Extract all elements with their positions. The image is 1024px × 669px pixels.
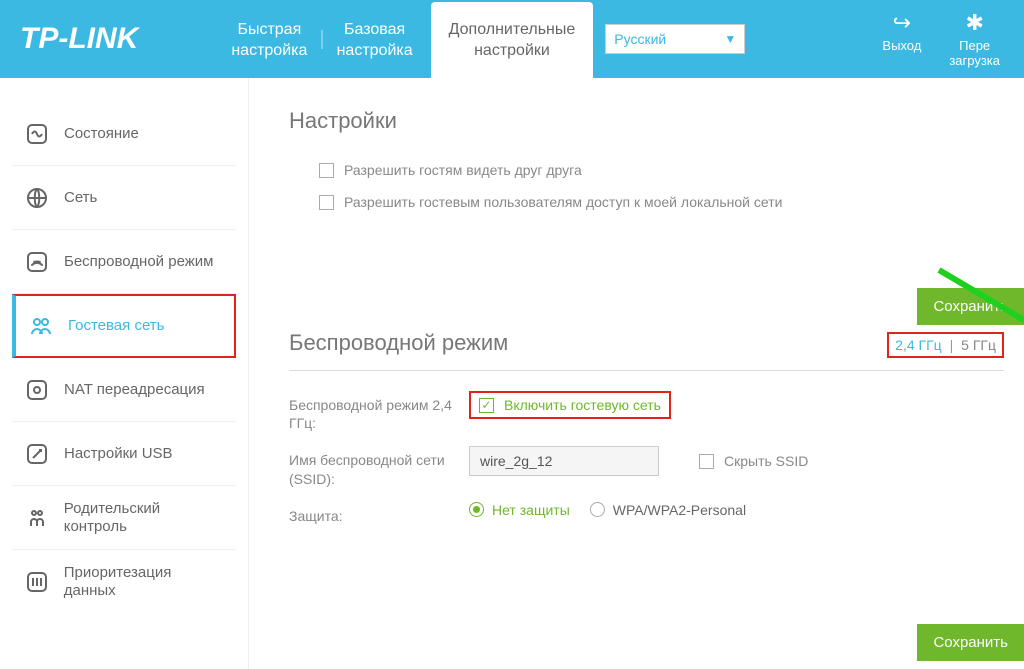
save-button-1[interactable]: Сохранить bbox=[917, 288, 1024, 325]
header-actions: ↪ Выход ✱ Пере загрузка bbox=[868, 0, 1014, 78]
sidebar-item-label: Гостевая сеть bbox=[68, 317, 164, 335]
sidebar-item-label: Родительский контроль bbox=[64, 500, 226, 536]
logout-icon: ↪ bbox=[882, 10, 921, 36]
sidebar-item-qos[interactable]: Приоритезация данных bbox=[12, 550, 236, 614]
logout-label: Выход bbox=[882, 38, 921, 53]
tabs: Быстрая настройка | Базовая настройка До… bbox=[213, 0, 593, 78]
sidebar-item-wireless[interactable]: Беспроводной режим bbox=[12, 230, 236, 294]
mode-24-row: Беспроводной режим 2,4 ГГц: Включить гос… bbox=[289, 391, 1004, 432]
tab-advanced-setup[interactable]: Дополнительные настройки bbox=[431, 2, 594, 78]
allow-guests-lan-label: Разрешить гостевым пользователям доступ … bbox=[344, 194, 782, 210]
enable-guest-label: Включить гостевую сеть bbox=[504, 397, 661, 413]
qos-icon bbox=[22, 567, 52, 597]
checkbox-allow-see[interactable] bbox=[319, 163, 334, 178]
tab-basic-setup[interactable]: Базовая настройка bbox=[319, 2, 431, 78]
wireless-section: Беспроводной режим 2,4 ГГц | 5 ГГц Беспр… bbox=[289, 330, 1004, 525]
wireless-title: Беспроводной режим bbox=[289, 330, 508, 356]
sidebar-item-label: NAT переадресация bbox=[64, 381, 205, 399]
globe-icon bbox=[22, 183, 52, 213]
security-label: Защита: bbox=[289, 502, 469, 525]
security-none-option[interactable]: Нет защиты bbox=[469, 502, 570, 518]
checkbox-hide-ssid[interactable] bbox=[699, 454, 714, 469]
language-value: Русский bbox=[614, 31, 666, 47]
hide-ssid-label: Скрыть SSID bbox=[724, 453, 808, 469]
allow-guests-see-label: Разрешить гостям видеть друг друга bbox=[344, 162, 582, 178]
main-panel: Настройки Разрешить гостям видеть друг д… bbox=[249, 78, 1024, 669]
status-icon bbox=[22, 119, 52, 149]
ssid-row: Имя беспроводной сети (SSID): Скрыть SSI… bbox=[289, 446, 1004, 487]
wifi-icon bbox=[22, 247, 52, 277]
radio-none[interactable] bbox=[469, 502, 484, 517]
freq-5-option[interactable]: 5 ГГц bbox=[961, 337, 996, 353]
sidebar-item-label: Беспроводной режим bbox=[64, 253, 213, 271]
save-button-2[interactable]: Сохранить bbox=[917, 624, 1024, 661]
frequency-toggle[interactable]: 2,4 ГГц | 5 ГГц bbox=[887, 332, 1004, 358]
sidebar-item-status[interactable]: Состояние bbox=[12, 102, 236, 166]
parental-icon bbox=[22, 503, 52, 533]
sidebar-item-label: Сеть bbox=[64, 189, 97, 207]
content: Состояние Сеть Беспроводной режим Гостев… bbox=[0, 78, 1024, 669]
sidebar-item-nat[interactable]: NAT переадресация bbox=[12, 358, 236, 422]
users-icon bbox=[26, 311, 56, 341]
nat-icon bbox=[22, 375, 52, 405]
ssid-input[interactable] bbox=[469, 446, 659, 476]
section-separator bbox=[289, 370, 1004, 371]
sidebar-item-label: Состояние bbox=[64, 125, 139, 143]
security-wpa-option[interactable]: WPA/WPA2-Personal bbox=[590, 502, 746, 518]
reboot-label: Пере загрузка bbox=[949, 38, 1000, 68]
allow-guests-see-row: Разрешить гостям видеть друг друга bbox=[319, 162, 1004, 178]
ssid-label: Имя беспроводной сети (SSID): bbox=[289, 446, 469, 487]
brand-logo: TP-LINK bbox=[20, 22, 138, 56]
usb-icon bbox=[22, 439, 52, 469]
tab-quick-setup[interactable]: Быстрая настройка bbox=[213, 2, 325, 78]
checkbox-enable-guest[interactable] bbox=[479, 398, 494, 413]
reboot-button[interactable]: ✱ Пере загрузка bbox=[935, 0, 1014, 78]
freq-separator: | bbox=[950, 337, 954, 353]
chevron-down-icon: ▼ bbox=[724, 32, 736, 46]
security-row: Защита: Нет защиты WPA/WPA2-Personal bbox=[289, 502, 1004, 525]
sidebar-item-label: Приоритезация данных bbox=[64, 564, 226, 600]
sidebar-item-network[interactable]: Сеть bbox=[12, 166, 236, 230]
sidebar-item-usb[interactable]: Настройки USB bbox=[12, 422, 236, 486]
sidebar-item-parental[interactable]: Родительский контроль bbox=[12, 486, 236, 550]
checkbox-allow-lan[interactable] bbox=[319, 195, 334, 210]
security-none-label: Нет защиты bbox=[492, 502, 570, 518]
freq-24-option[interactable]: 2,4 ГГц bbox=[895, 337, 942, 353]
sidebar: Состояние Сеть Беспроводной режим Гостев… bbox=[0, 78, 249, 669]
reboot-icon: ✱ bbox=[949, 10, 1000, 36]
sidebar-item-label: Настройки USB bbox=[64, 445, 173, 463]
hide-ssid-option: Скрыть SSID bbox=[699, 453, 808, 469]
settings-title: Настройки bbox=[289, 108, 1004, 134]
sidebar-item-guest-network[interactable]: Гостевая сеть bbox=[12, 294, 236, 358]
mode-24-label: Беспроводной режим 2,4 ГГц: bbox=[289, 391, 469, 432]
header: TP-LINK Быстрая настройка | Базовая наст… bbox=[0, 0, 1024, 78]
radio-wpa[interactable] bbox=[590, 502, 605, 517]
language-select[interactable]: Русский ▼ bbox=[605, 24, 745, 54]
allow-guests-lan-row: Разрешить гостевым пользователям доступ … bbox=[319, 194, 1004, 210]
logout-button[interactable]: ↪ Выход bbox=[868, 0, 935, 78]
enable-guest-highlight: Включить гостевую сеть bbox=[469, 391, 671, 419]
security-wpa-label: WPA/WPA2-Personal bbox=[613, 502, 746, 518]
